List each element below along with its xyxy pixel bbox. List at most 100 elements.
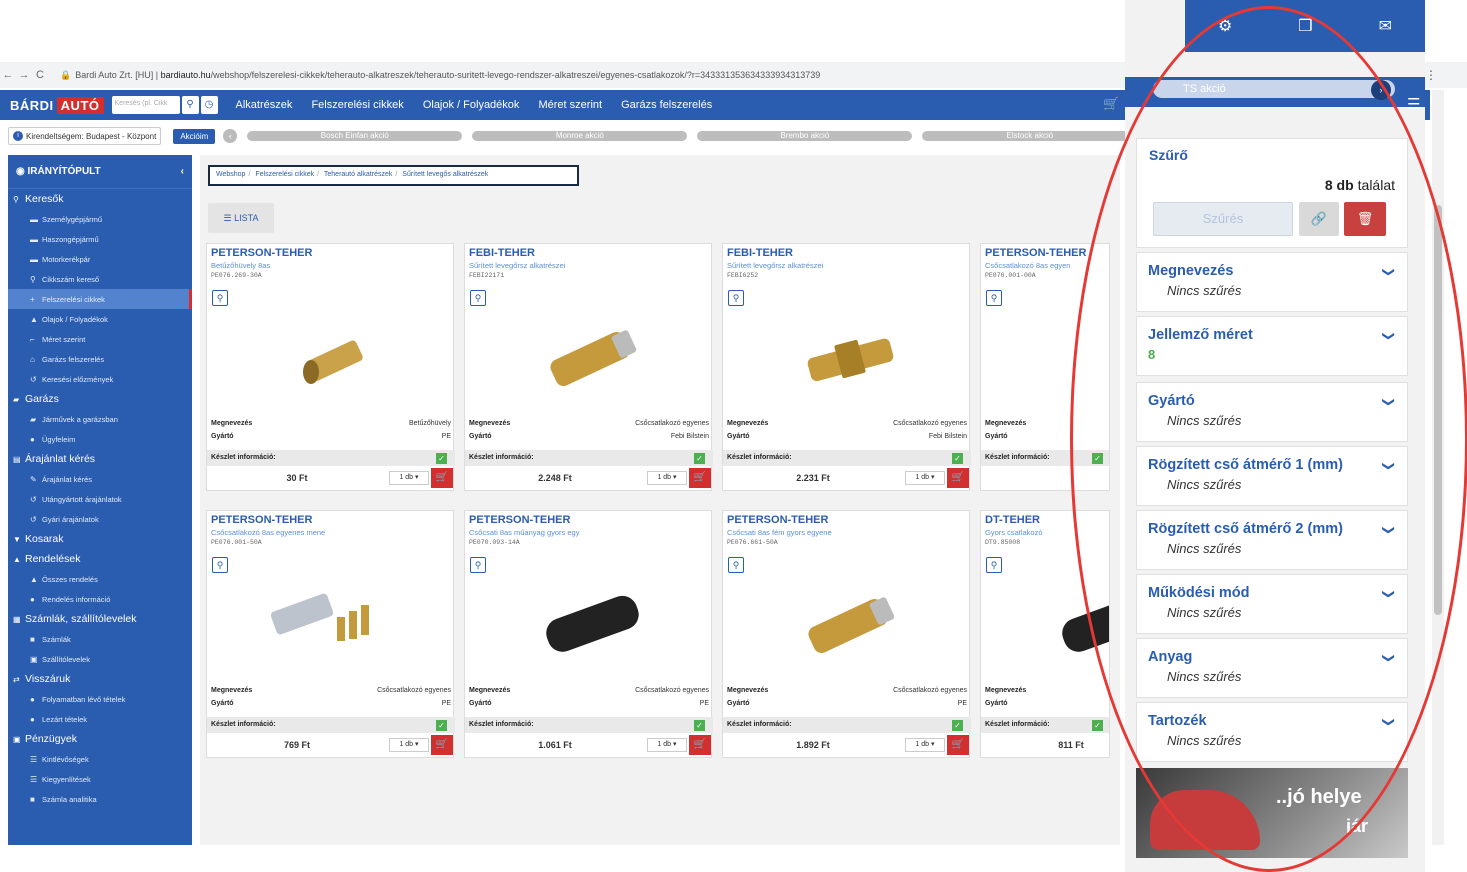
sidebar-item-ugyfeleim[interactable]: ● Ügyfeleim	[8, 429, 192, 449]
filter-section-title[interactable]: Megnevezés	[1148, 263, 1233, 279]
zoom-icon[interactable]: ⚲	[212, 557, 228, 573]
product-brand[interactable]: PETERSON-TEHER	[211, 247, 312, 259]
filter-section[interactable]: Működési mód Nincs szűrés ❯	[1136, 574, 1408, 634]
reload-icon[interactable]: C	[32, 69, 48, 81]
scrollbar-thumb[interactable]	[1434, 205, 1442, 615]
chevron-down-icon[interactable]: ❯	[1382, 717, 1396, 727]
sidebar-item-haszongepjarmu[interactable]: ▬ Haszongépjármű	[8, 229, 192, 249]
menu-item-felszerelesi[interactable]: Felszerelési cikkek	[311, 99, 403, 111]
sidebar-group-arajanlat[interactable]: ▤ Árajánlat kérés	[8, 449, 192, 469]
sidebar-group-szamlak[interactable]: ▦ Számlák, szállítólevelek	[8, 609, 192, 629]
product-description[interactable]: Csőcsati 8as fém gyors egyene	[727, 528, 832, 537]
sidebar-group-keresok[interactable]: ⚲ Keresők	[8, 189, 192, 209]
product-brand[interactable]: PETERSON-TEHER	[727, 514, 828, 526]
product-card[interactable]: DT-TEHER Gyors csatlakozó DT9.85008 ⚲ Megnev…	[980, 510, 1110, 758]
address-bar[interactable]: Bardi Auto Zrt. [HU] | bardiauto.hu/webs…	[75, 70, 820, 80]
page-scrollbar[interactable]	[1432, 90, 1444, 845]
zoom-icon[interactable]: ⚲	[470, 557, 486, 573]
sidebar-item-olajok[interactable]: ▲ Olajok / Folyadékok	[8, 309, 192, 329]
quantity-select[interactable]: 1 db ▾	[905, 471, 945, 485]
box-icon[interactable]: ❒	[1298, 16, 1312, 36]
promo-elstock[interactable]: Elstock akció	[922, 131, 1138, 141]
sidebar-group-rendelesek[interactable]: ▲ Rendelések	[8, 549, 192, 569]
sidebar-item-folyamatban[interactable]: ● Folyamatban lévő tételek	[8, 689, 192, 709]
chevron-down-icon[interactable]: ❯	[1382, 331, 1396, 341]
chevron-down-icon[interactable]: ❯	[1382, 267, 1396, 277]
sidebar-item-felszerelesi[interactable]: + Felszerelési cikkek	[8, 289, 192, 309]
carousel-prev-icon[interactable]: ‹	[223, 129, 238, 143]
next-icon[interactable]: ›	[1371, 80, 1391, 100]
sidebar-item-jarmuvek[interactable]: ▰ Járművek a garázsban	[8, 409, 192, 429]
zoom-icon[interactable]: ⚲	[728, 557, 744, 573]
search-input[interactable]: Keresés (pl. Cikk	[111, 96, 180, 114]
zoom-icon[interactable]: ⚲	[212, 290, 228, 306]
menu-item-alkatreszek[interactable]: Alkatrészek	[236, 99, 293, 111]
product-image[interactable]	[465, 310, 713, 408]
filter-section[interactable]: Gyártó Nincs szűrés ❯	[1136, 382, 1408, 442]
product-image[interactable]	[981, 310, 1109, 408]
sidebar-group-visszaruk[interactable]: ⇄ Visszáruk	[8, 669, 192, 689]
chevron-down-icon[interactable]: ❯	[1382, 461, 1396, 471]
product-brand[interactable]: FEBI-TEHER	[727, 247, 793, 259]
product-description[interactable]: Csőcsatlakozó 8as egyenes mene	[211, 528, 325, 537]
product-image[interactable]	[981, 577, 1109, 675]
add-to-cart-icon[interactable]: 🛒	[689, 735, 711, 755]
back-icon[interactable]: ←	[0, 69, 16, 81]
my-promotions-button[interactable]: Akcióim	[173, 128, 216, 144]
browser-menu-icon[interactable]: ⋮	[1425, 68, 1437, 82]
sidebar-item-arajanlat-keres[interactable]: ✎ Árajánlat kérés	[8, 469, 192, 489]
gear-icon[interactable]: ⚙	[1218, 16, 1232, 36]
product-card[interactable]: FEBI-TEHER Sűrített levegőrsz alkatrészei…	[464, 243, 713, 491]
zoom-icon[interactable]: ⚲	[986, 557, 1002, 573]
product-description[interactable]: Gyors csatlakozó	[985, 528, 1043, 537]
sidebar-title[interactable]: IRÁNYÍTÓPULT	[28, 166, 101, 177]
add-to-cart-icon[interactable]: 🛒	[947, 468, 969, 488]
chevron-down-icon[interactable]: ❯	[1382, 525, 1396, 535]
product-card[interactable]: FEBI-TEHER Sűrített levegőrsz alkatrészei…	[722, 243, 971, 491]
breadcrumb-item[interactable]: Felszerelési cikkek	[255, 171, 314, 178]
product-card[interactable]: PETERSON-TEHER Betűzőhüvely 8as PE076.269-…	[206, 243, 455, 491]
filter-section[interactable]: Jellemző méret 8 ❯	[1136, 316, 1408, 376]
sidebar-item-szamla-analitika[interactable]: ■ Számla analitika	[8, 789, 192, 809]
product-image[interactable]	[723, 577, 971, 675]
sidebar-group-penzugyek[interactable]: ▣ Pénzügyek	[8, 729, 192, 749]
trash-icon[interactable]: 🗑	[1344, 202, 1386, 236]
filter-button[interactable]: Szűrés	[1153, 202, 1293, 236]
product-description[interactable]: Csőcsati 8as műanyag gyors egy	[469, 528, 579, 537]
add-to-cart-icon[interactable]: 🛒	[431, 735, 453, 755]
sidebar-group-kosarak[interactable]: ▼ Kosarak	[8, 529, 192, 549]
filter-section[interactable]: Megnevezés Nincs szűrés ❯	[1136, 252, 1408, 312]
sidebar-item-utangyartott[interactable]: ↺ Utángyártott árajánlatok	[8, 489, 192, 509]
list-view-button[interactable]: ☰ LISTA	[208, 203, 274, 233]
filter-section[interactable]: Anyag Nincs szűrés ❯	[1136, 638, 1408, 698]
filter-section-title[interactable]: Tartozék	[1148, 713, 1207, 729]
breadcrumb-item[interactable]: Teherautó alkatrészek	[324, 171, 392, 178]
product-description[interactable]: Sűrített levegőrsz alkatrészei	[469, 261, 565, 270]
cart-icon[interactable]: 🛒	[1103, 96, 1119, 112]
product-description[interactable]: Csőcsatlakozó 8as egyen	[985, 261, 1070, 270]
product-card[interactable]: PETERSON-TEHER Csőcsatlakozó 8as egyenes …	[206, 510, 455, 758]
sidebar-item-osszes-rendeles[interactable]: ▲ Összes rendelés	[8, 569, 192, 589]
product-brand[interactable]: PETERSON-TEHER	[211, 514, 312, 526]
filter-section[interactable]: Tartozék Nincs szűrés ❯	[1136, 702, 1408, 762]
sidebar-item-gyari[interactable]: ↺ Gyári árajánlatok	[8, 509, 192, 529]
link-icon[interactable]: 🔗	[1299, 202, 1339, 236]
zoom-icon[interactable]: ⚲	[986, 290, 1002, 306]
quantity-select[interactable]: 1 db ▾	[647, 471, 687, 485]
collapse-icon[interactable]: ‹	[181, 166, 184, 177]
sidebar-item-rendeles-info[interactable]: ● Rendelés információ	[8, 589, 192, 609]
panel-search-input[interactable]: TS akció	[1153, 80, 1395, 98]
chevron-down-icon[interactable]: ❯	[1382, 589, 1396, 599]
product-image[interactable]	[207, 577, 455, 675]
product-card[interactable]: PETERSON-TEHER Csőcsati 8as műanyag gyors…	[464, 510, 713, 758]
zoom-icon[interactable]: ⚲	[470, 290, 486, 306]
sidebar-group-garazs[interactable]: ▰ Garázs	[8, 389, 192, 409]
product-image[interactable]	[207, 310, 455, 408]
filter-section-title[interactable]: Anyag	[1148, 649, 1192, 665]
promo-monroe[interactable]: Monroe akció	[472, 131, 688, 141]
sidebar-item-szallitolevelek[interactable]: ▣ Szállítólevelek	[8, 649, 192, 669]
add-to-cart-icon[interactable]: 🛒	[947, 735, 969, 755]
quantity-select[interactable]: 1 db ▾	[647, 738, 687, 752]
chevron-down-icon[interactable]: ❯	[1382, 653, 1396, 663]
sidebar-item-kiegyenlitesek[interactable]: ☰ Kiegyenlítések	[8, 769, 192, 789]
